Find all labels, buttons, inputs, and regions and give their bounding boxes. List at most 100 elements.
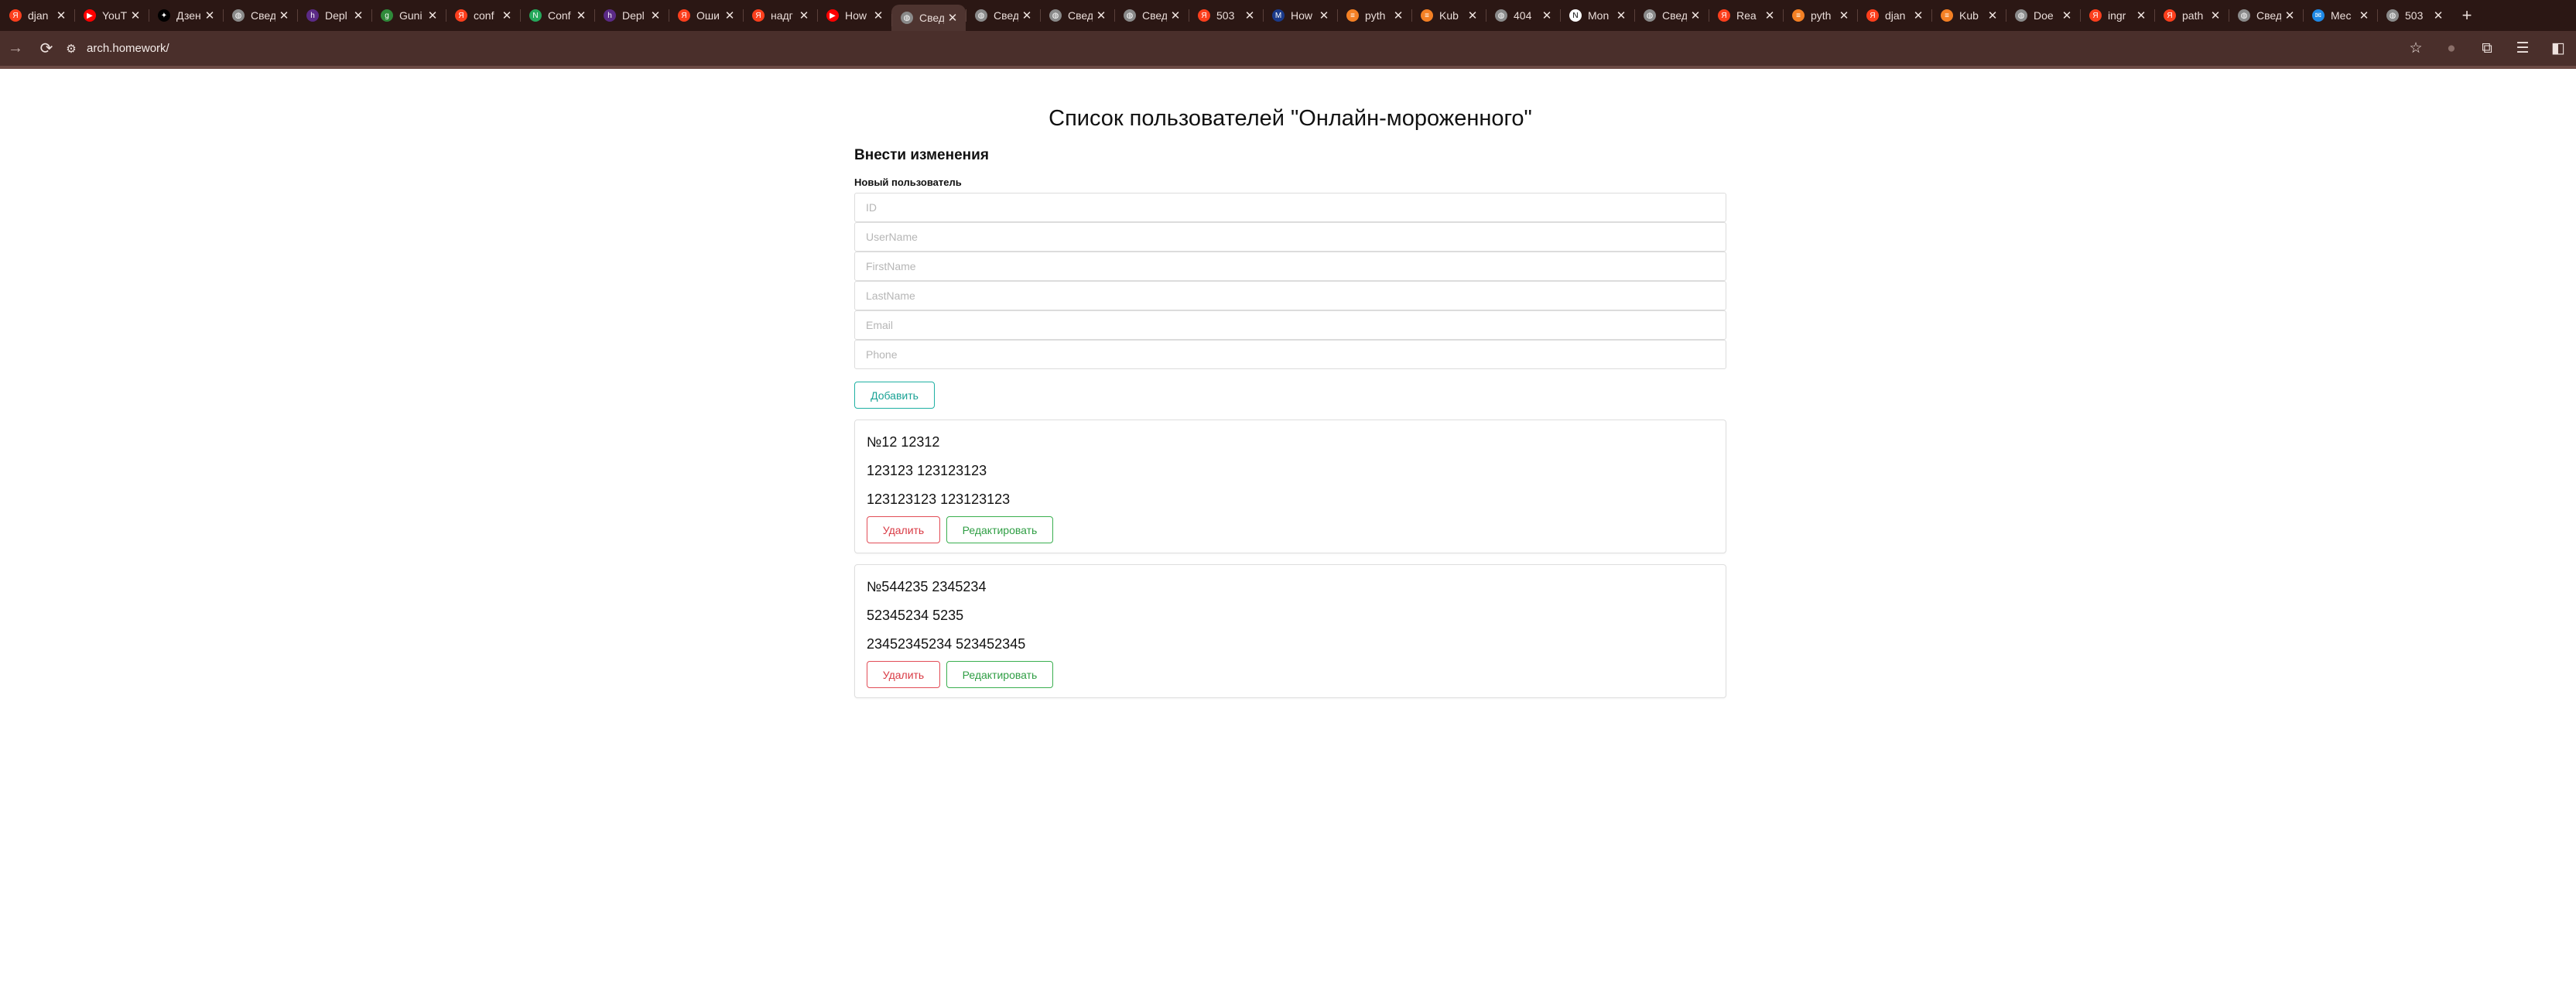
add-button[interactable]: Добавить	[854, 382, 935, 409]
browser-tab[interactable]: h Depl ✕	[297, 0, 371, 31]
browser-tab[interactable]: ◍ 404 ✕	[1486, 0, 1560, 31]
browser-tab[interactable]: N Conf ✕	[520, 0, 594, 31]
browser-tab[interactable]: ◍ Свед ✕	[2229, 0, 2303, 31]
browser-tab[interactable]: ≡ pyth ✕	[1337, 0, 1411, 31]
browser-tab[interactable]: ◍ Свед ✕	[1114, 0, 1189, 31]
close-tab-icon[interactable]: ✕	[1910, 9, 1927, 22]
close-tab-icon[interactable]: ✕	[2355, 9, 2372, 22]
tab-search-icon[interactable]: ☰	[2505, 33, 2540, 64]
browser-tab[interactable]: h Depl ✕	[594, 0, 669, 31]
close-tab-icon[interactable]: ✕	[275, 9, 292, 22]
email-input[interactable]	[854, 310, 1726, 340]
close-tab-icon[interactable]: ✕	[424, 9, 441, 22]
url-field[interactable]: ⚙ arch.homework/	[62, 33, 2398, 64]
close-tab-icon[interactable]: ✕	[127, 9, 144, 22]
close-tab-icon[interactable]: ✕	[1241, 9, 1258, 22]
close-tab-icon[interactable]: ✕	[1538, 9, 1555, 22]
browser-tab[interactable]: Я Оши ✕	[669, 0, 743, 31]
browser-tab[interactable]: Я 503 ✕	[1189, 0, 1263, 31]
browser-tab[interactable]: Яdjan ✕	[1857, 0, 1931, 31]
close-tab-icon[interactable]: ✕	[498, 9, 515, 22]
site-info-icon[interactable]: ⚙	[62, 39, 80, 58]
globe-icon: ◍	[901, 12, 913, 24]
browser-tab[interactable]: ◍ Doe ✕	[2006, 0, 2080, 31]
browser-tab[interactable]: ◍ Свед ✕	[223, 0, 297, 31]
browser-tab[interactable]: g Guni ✕	[371, 0, 446, 31]
close-tab-icon[interactable]: ✕	[1390, 9, 1407, 22]
side-panel-icon[interactable]: ◧	[2540, 33, 2576, 64]
close-tab-icon[interactable]: ✕	[53, 9, 70, 22]
id-input[interactable]	[854, 193, 1726, 222]
lastname-input[interactable]	[854, 281, 1726, 310]
close-tab-icon[interactable]: ✕	[1018, 9, 1035, 22]
close-tab-icon[interactable]: ✕	[2058, 9, 2075, 22]
firstname-input[interactable]	[854, 252, 1726, 281]
browser-tab[interactable]: N Mon ✕	[1560, 0, 1634, 31]
browser-tab[interactable]: ≡ Kub ✕	[1411, 0, 1486, 31]
close-tab-icon[interactable]: ✕	[350, 9, 367, 22]
browser-tab[interactable]: ◍ Свед ✕	[1040, 0, 1114, 31]
phone-input[interactable]	[854, 340, 1726, 369]
delete-button[interactable]: Удалить	[867, 661, 940, 688]
globe-icon: ◍	[232, 9, 245, 22]
close-tab-icon[interactable]: ✕	[1464, 9, 1481, 22]
close-tab-icon[interactable]: ✕	[2281, 9, 2298, 22]
browser-tab[interactable]: ▶ YouT ✕	[74, 0, 149, 31]
browser-tab[interactable]: Янадг ✕	[743, 0, 817, 31]
browser-tab[interactable]: Яdjan ✕	[0, 0, 74, 31]
username-input[interactable]	[854, 222, 1726, 252]
close-tab-icon[interactable]: ✕	[1984, 9, 2001, 22]
delete-button[interactable]: Удалить	[867, 516, 940, 543]
close-tab-icon[interactable]: ✕	[1093, 9, 1110, 22]
browser-tab[interactable]: Яconf ✕	[446, 0, 520, 31]
close-tab-icon[interactable]: ✕	[1687, 9, 1704, 22]
edit-button[interactable]: Редактировать	[946, 661, 1053, 688]
tab-title: Свед	[1662, 9, 1687, 22]
close-tab-icon[interactable]: ✕	[1835, 9, 1852, 22]
browser-tab[interactable]: ≡ Kub ✕	[1931, 0, 2006, 31]
yandex-icon: Я	[2164, 9, 2176, 22]
extensions-icon[interactable]: ⧉	[2469, 33, 2505, 64]
youtube-icon: ▶	[826, 9, 839, 22]
browser-tab[interactable]: ◍ 503 ✕	[2377, 0, 2451, 31]
browser-tab[interactable]: ◍ Свед ✕	[966, 0, 1040, 31]
forward-icon[interactable]: →	[0, 33, 31, 64]
browser-tab[interactable]: Яingr ✕	[2080, 0, 2154, 31]
browser-tab[interactable]: Яpath ✕	[2154, 0, 2229, 31]
browser-tab[interactable]: M How ✕	[1263, 0, 1337, 31]
browser-tab[interactable]: ≡ pyth ✕	[1783, 0, 1857, 31]
yandex-icon: Я	[1718, 9, 1730, 22]
new-tab-icon[interactable]: +	[2451, 0, 2482, 31]
close-tab-icon[interactable]: ✕	[2133, 9, 2150, 22]
close-tab-icon[interactable]: ✕	[1613, 9, 1630, 22]
close-tab-icon[interactable]: ✕	[795, 9, 812, 22]
globe-icon: ◍	[1124, 9, 1136, 22]
user-contacts: 23452345234 523452345	[867, 636, 1026, 652]
bookmark-star-icon[interactable]: ☆	[2398, 33, 2434, 64]
page-title: Список пользователей "Онлайн-мороженного…	[1049, 106, 1532, 131]
tab-title: How	[845, 9, 867, 22]
close-tab-icon[interactable]: ✕	[2207, 9, 2224, 22]
browser-tab[interactable]: ◍ Свед ✕	[1634, 0, 1709, 31]
profile-icon[interactable]: ●	[2434, 33, 2469, 64]
close-tab-icon[interactable]: ✕	[870, 9, 887, 22]
close-tab-icon[interactable]: ✕	[1167, 9, 1184, 22]
browser-tab[interactable]: Я Rea ✕	[1709, 0, 1783, 31]
close-tab-icon[interactable]: ✕	[1315, 9, 1332, 22]
user-id-username: №12 12312	[867, 434, 940, 450]
close-tab-icon[interactable]: ✕	[944, 11, 961, 25]
close-tab-icon[interactable]: ✕	[647, 9, 664, 22]
close-tab-icon[interactable]: ✕	[721, 9, 738, 22]
close-tab-icon[interactable]: ✕	[573, 9, 590, 22]
browser-tab[interactable]: ▶ How ✕	[817, 0, 891, 31]
edit-button[interactable]: Редактировать	[946, 516, 1053, 543]
stackoverflow-icon: ≡	[1792, 9, 1805, 22]
browser-tab[interactable]: ✉ Mec ✕	[2303, 0, 2377, 31]
browser-tab[interactable]: ✦ Дзен ✕	[149, 0, 223, 31]
close-tab-icon[interactable]: ✕	[1761, 9, 1778, 22]
user-card-actions: Удалить Редактировать	[867, 661, 1714, 688]
close-tab-icon[interactable]: ✕	[201, 9, 218, 22]
close-tab-icon[interactable]: ✕	[2430, 9, 2447, 22]
browser-tab[interactable]: ◍ Свед ✕	[891, 5, 966, 31]
reload-icon[interactable]: ⟳	[31, 33, 62, 64]
